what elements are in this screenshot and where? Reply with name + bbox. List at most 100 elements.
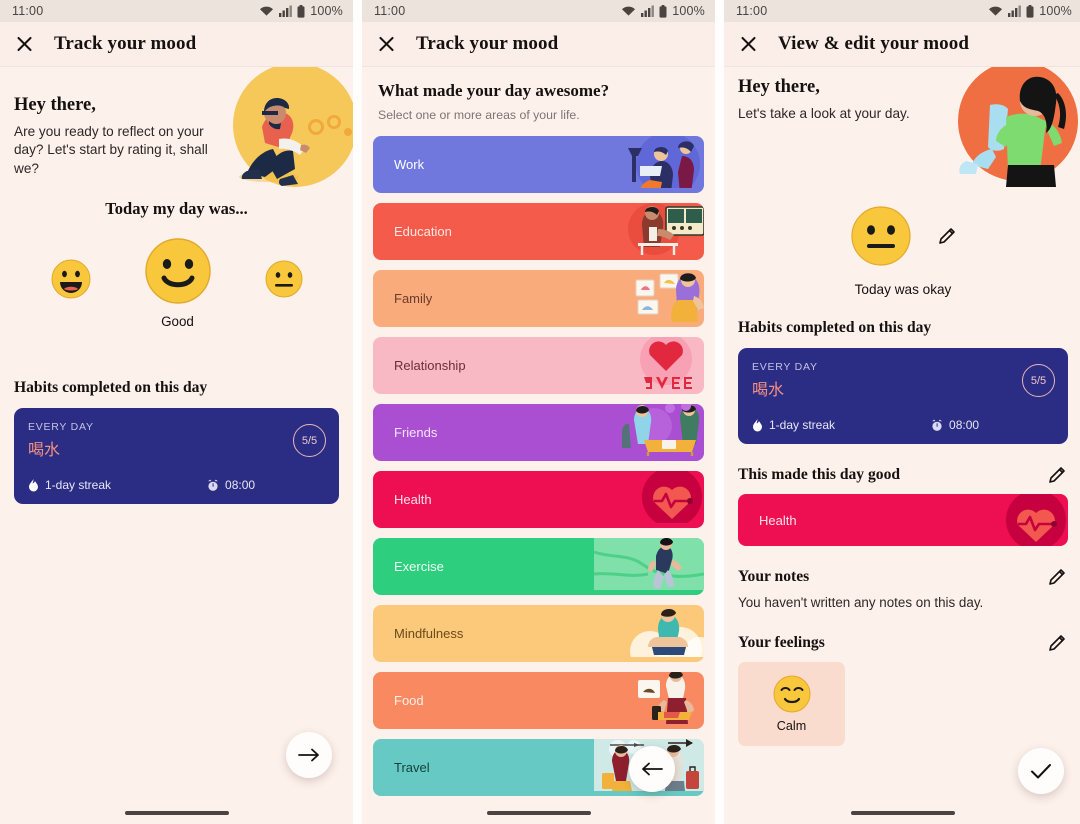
section-header: What made your day awesome? Select one o… [362, 67, 715, 122]
selected-life-area-chip[interactable]: Health [738, 494, 1068, 546]
status-time: 11:00 [736, 4, 768, 18]
cooking-person-illustration [638, 672, 694, 724]
love-heart-illustration [640, 337, 692, 389]
habit-progress-badge: 5/5 [293, 424, 326, 457]
pencil-icon[interactable] [1048, 466, 1066, 484]
heart-pulse-illustration [1006, 494, 1066, 546]
life-area-label: Relationship [394, 358, 466, 373]
flame-icon [753, 418, 762, 431]
life-area-option[interactable]: Food [373, 672, 704, 729]
app-bar: Track your mood [0, 22, 353, 67]
battery-percent: 100% [310, 4, 343, 18]
life-area-option[interactable]: Exercise [373, 538, 704, 595]
life-area-option[interactable]: Health [373, 471, 704, 528]
battery-percent: 100% [1039, 4, 1072, 18]
life-area-option[interactable]: Work [373, 136, 704, 193]
life-area-option[interactable]: Friends [373, 404, 704, 461]
hero-banner: Hey there, Let's take a look at your day… [724, 67, 1080, 189]
teacher-board-illustration [628, 203, 704, 255]
notes-section-header: Your notes [724, 568, 1080, 586]
life-area-label: Friends [394, 425, 438, 440]
woman-reading-list-illustration [958, 67, 1078, 187]
screen-select-life-areas: 11:00 100% Track your mood What made you… [362, 0, 715, 824]
life-area-option[interactable]: Relationship [373, 337, 704, 394]
wifi-icon [622, 6, 636, 16]
mood-option-good[interactable]: Good [144, 237, 212, 329]
pencil-icon[interactable] [1048, 568, 1066, 586]
feeling-label: Calm [776, 719, 807, 733]
check-icon [1031, 764, 1051, 779]
family-photos-illustration [635, 273, 704, 322]
mood-caption: Today was okay [854, 282, 952, 297]
habit-frequency: EVERY DAY [28, 421, 94, 433]
hero-body: Are you ready to reflect on your day? Le… [14, 124, 208, 176]
status-bar: 11:00 100% [362, 0, 715, 22]
pencil-icon[interactable] [1048, 634, 1066, 652]
home-indicator[interactable] [486, 811, 591, 815]
life-area-option[interactable]: Education [373, 203, 704, 260]
app-bar: Track your mood [362, 22, 715, 67]
arrow-left-icon [642, 762, 663, 776]
grinning-face-icon [51, 259, 90, 298]
good-section-header: This made this day good [724, 466, 1080, 484]
confirm-button[interactable] [1018, 748, 1064, 794]
running-person-illustration [594, 538, 704, 590]
flame-icon [29, 478, 38, 491]
good-heading: This made this day good [738, 466, 901, 483]
battery-icon [1026, 4, 1034, 18]
mood-option-okay[interactable] [265, 260, 303, 307]
feeling-tile-calm[interactable]: Calm [738, 662, 845, 746]
status-bar: 11:00 100% [724, 0, 1080, 22]
life-area-label: Mindfulness [394, 626, 464, 641]
life-area-label: Education [394, 224, 452, 239]
life-area-option[interactable]: Family [373, 270, 704, 327]
life-area-list: Work Education Family Relationship Friends He… [362, 136, 715, 796]
pencil-icon[interactable] [938, 227, 956, 245]
system-nav-bar [362, 802, 715, 824]
next-button[interactable] [286, 732, 332, 778]
system-nav-bar [0, 802, 353, 824]
mood-question: Today my day was... [105, 199, 248, 218]
battery-icon [297, 4, 305, 18]
close-icon[interactable] [738, 33, 760, 55]
hero-heading: Hey there, [738, 77, 820, 97]
feelings-section-header: Your feelings [724, 634, 1080, 652]
habit-time: 08:00 [949, 418, 980, 432]
hero-body: Let's take a look at your day. [738, 106, 910, 121]
screen-track-your-mood-rating: 11:00 100% Track your mood Hey there, Ar… [0, 0, 353, 824]
hero-banner: Hey there, Are you ready to reflect on y… [0, 67, 353, 191]
signal-icon [641, 5, 655, 17]
habit-progress-badge: 5/5 [1022, 364, 1055, 397]
life-area-label: Family [394, 291, 433, 306]
screen-divider [715, 0, 724, 824]
arrow-right-icon [298, 748, 319, 762]
mood-option-great[interactable] [51, 259, 91, 308]
habit-card[interactable]: EVERY DAY 喝水 5/5 1-day streak 08:00 [14, 408, 339, 504]
alarm-clock-icon [208, 479, 219, 491]
habit-card[interactable]: EVERY DAY 喝水 5/5 1-day streak 08:00 [738, 348, 1068, 444]
close-icon[interactable] [14, 33, 36, 55]
feelings-list: Calm [724, 652, 1080, 746]
life-area-option[interactable]: Mindfulness [373, 605, 704, 662]
close-icon[interactable] [376, 33, 398, 55]
battery-icon [659, 4, 667, 18]
system-nav-bar [724, 802, 1080, 824]
back-button[interactable] [629, 746, 675, 792]
relieved-face-icon [773, 675, 810, 713]
wifi-icon [260, 6, 274, 16]
life-area-label: Exercise [394, 559, 444, 574]
screen-view-edit-mood: 11:00 100% View & edit your mood Hey the… [724, 0, 1080, 824]
work-desk-illustration [628, 136, 700, 188]
app-bar: View & edit your mood [724, 22, 1080, 67]
feelings-heading: Your feelings [738, 634, 825, 651]
neutral-face-icon [851, 206, 911, 266]
home-indicator[interactable] [124, 811, 229, 815]
screen-divider [353, 0, 362, 824]
mood-picker: Good [0, 237, 353, 329]
status-time: 11:00 [12, 4, 44, 18]
habit-name: 喝水 [752, 382, 785, 399]
mood-option-label: Good [161, 314, 194, 329]
section-title: What made your day awesome? [378, 81, 610, 100]
alarm-clock-icon [932, 419, 943, 431]
home-indicator[interactable] [851, 811, 955, 815]
